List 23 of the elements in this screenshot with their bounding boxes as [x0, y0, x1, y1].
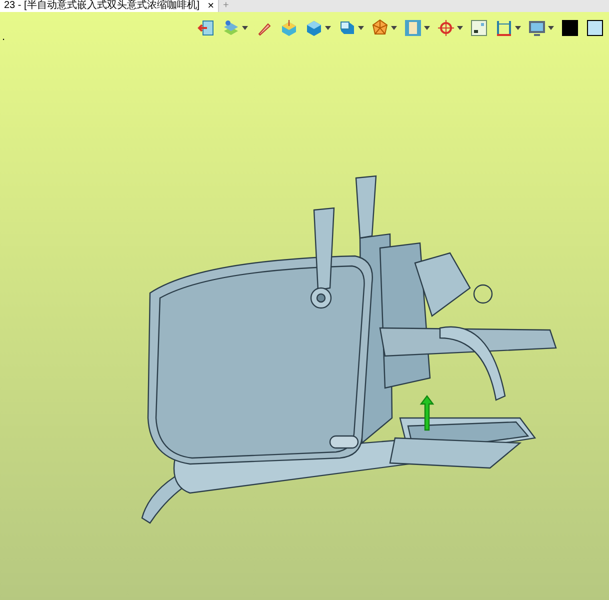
document-tab[interactable]: 23 - [半自动意式嵌入式双头意式浓缩咖啡机] ×: [0, 0, 218, 12]
exit-icon: [197, 18, 215, 36]
caret-icon: [424, 26, 430, 30]
dimension-icon: [495, 18, 513, 36]
polyhedron-icon: [371, 18, 389, 36]
caret-icon: [242, 26, 248, 30]
monitor-icon: [528, 18, 546, 36]
caret-icon: [358, 26, 364, 30]
grid-icon: [470, 18, 488, 36]
viewport-marker: .: [2, 32, 6, 43]
caret-icon: [548, 26, 554, 30]
frame-icon: [404, 18, 422, 36]
caret-icon: [457, 26, 463, 30]
close-icon[interactable]: ×: [208, 0, 214, 12]
layers-icon: [222, 18, 240, 36]
cube-view-icon: [338, 18, 356, 36]
cube-icon: [305, 18, 323, 36]
caret-icon: [325, 26, 331, 30]
caret-icon: [515, 26, 521, 30]
caret-icon: [391, 26, 397, 30]
crosshair-icon: [437, 18, 455, 36]
toolbar-button[interactable]: [469, 18, 489, 36]
box-icon: [280, 18, 298, 36]
